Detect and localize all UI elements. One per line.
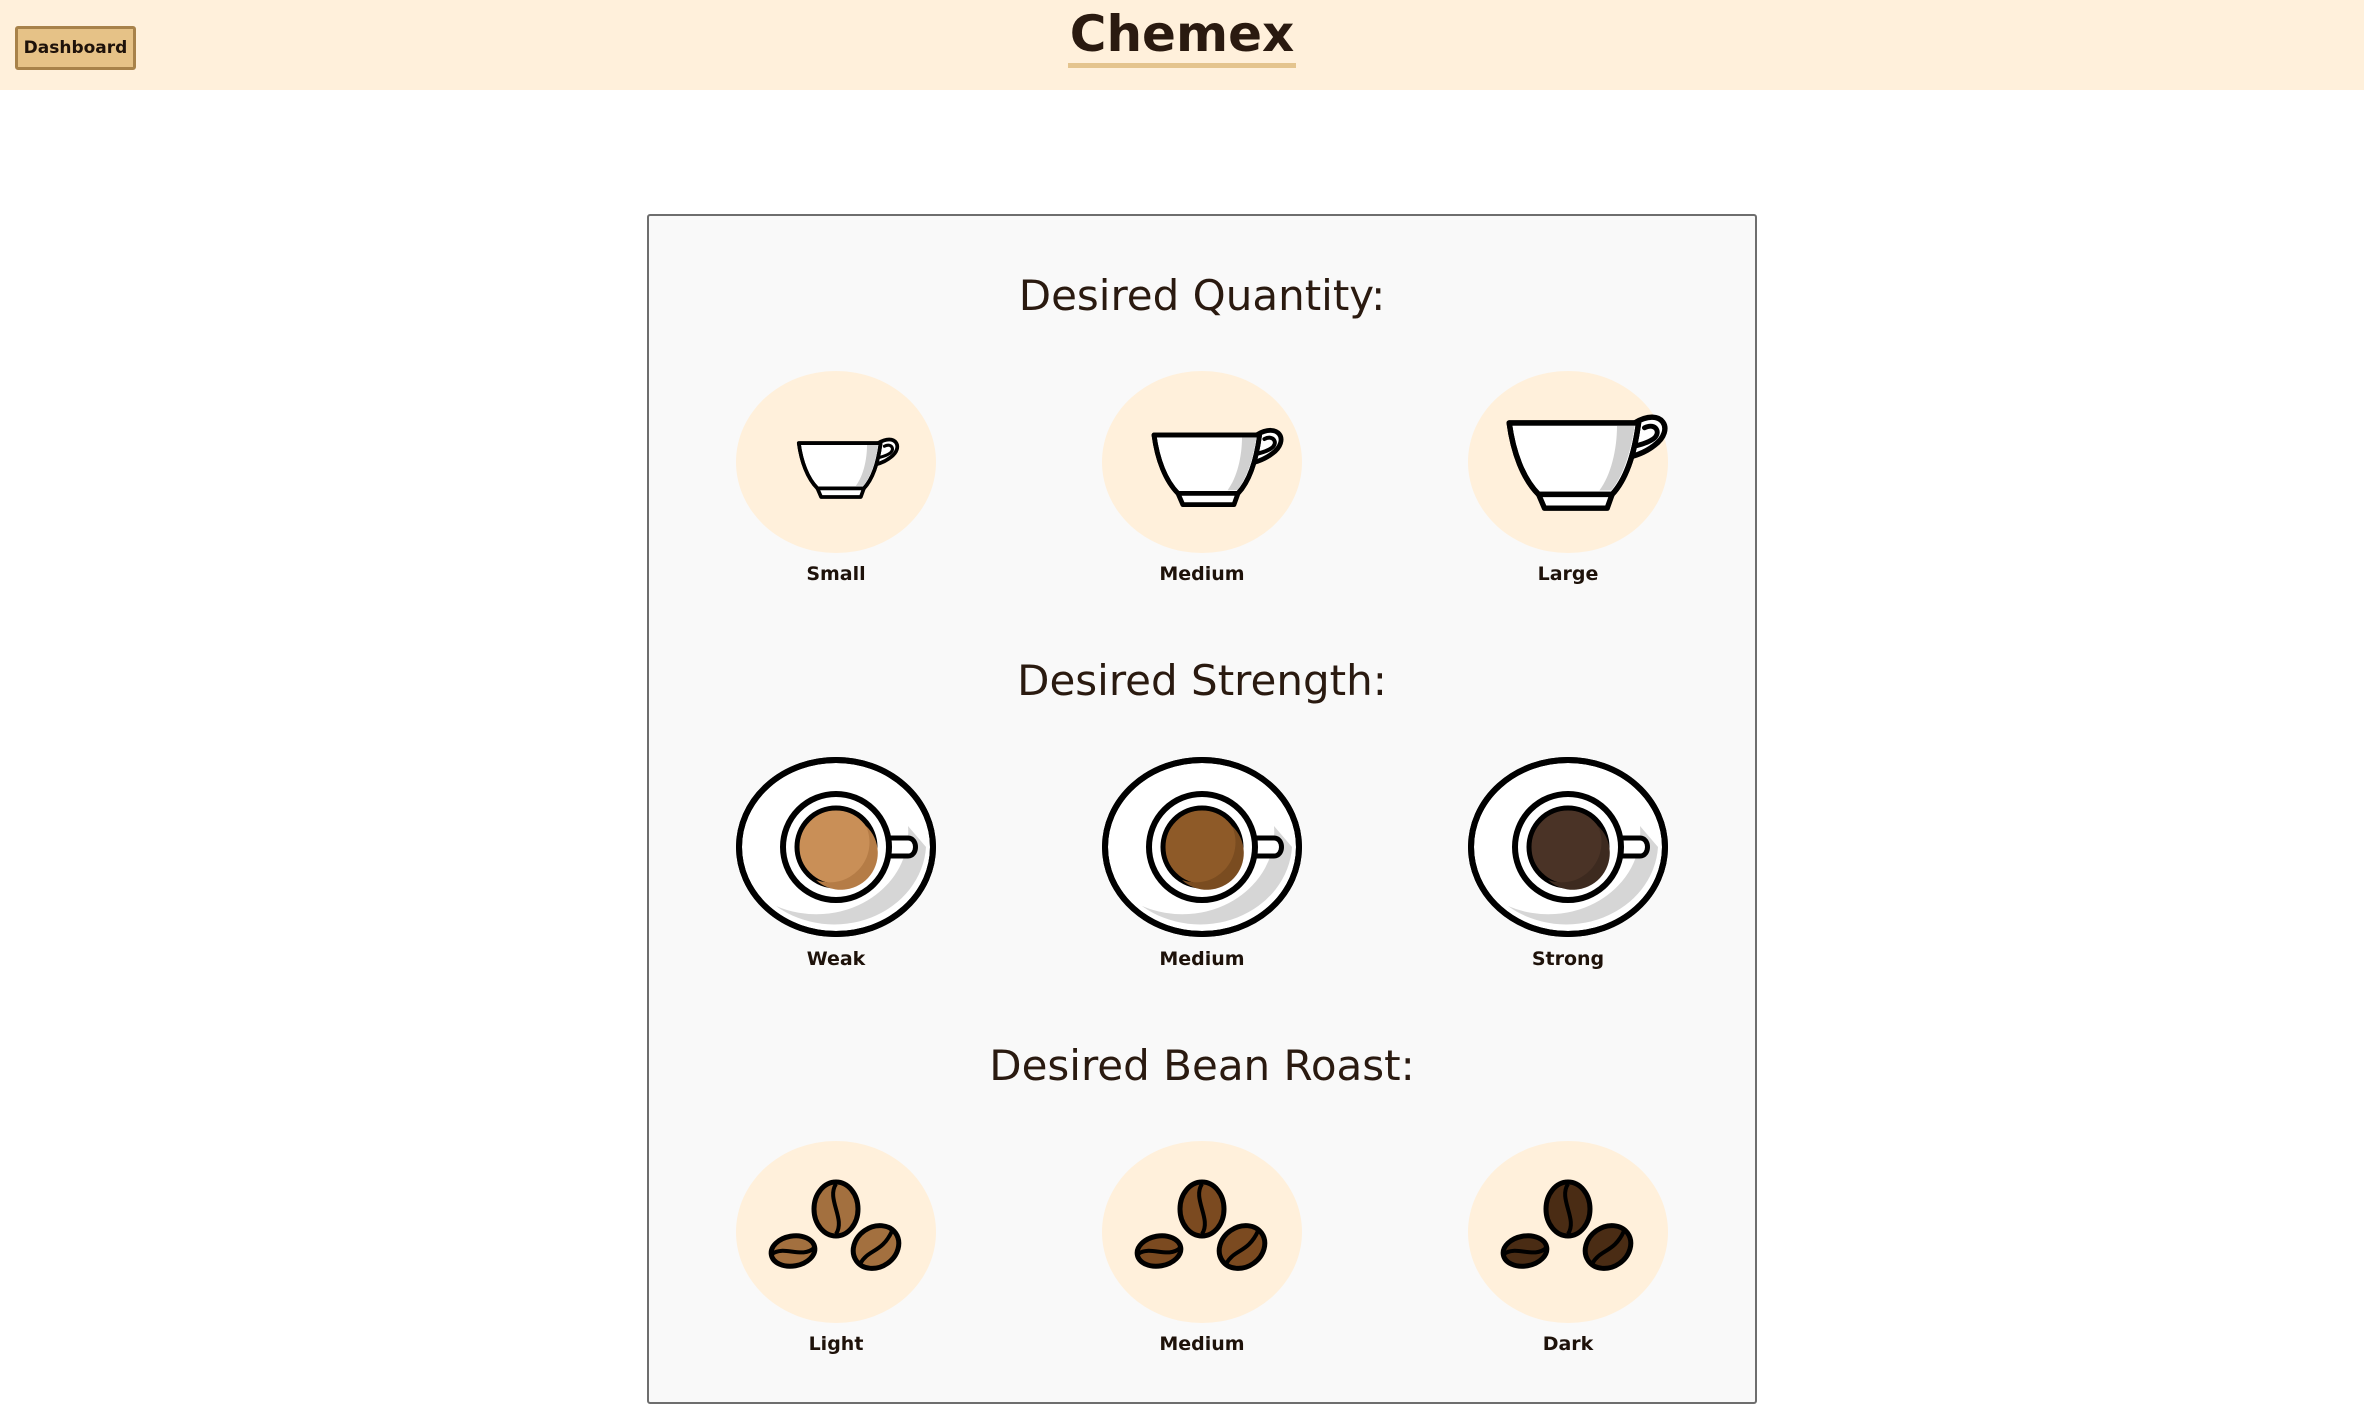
option-label: Light (808, 1333, 864, 1355)
light-beans-icon (768, 1179, 902, 1271)
option-label: Weak (806, 948, 866, 970)
strength-option-weak[interactable]: Weak (731, 756, 941, 986)
roast-option-light[interactable]: Light (731, 1141, 941, 1371)
quantity-option-medium[interactable]: Medium (1097, 371, 1307, 601)
roast-option-dark[interactable]: Dark (1463, 1141, 1673, 1371)
page-title: Chemex (0, 4, 2364, 68)
weak-coffee-cup-icon (736, 757, 936, 937)
option-label: Dark (1542, 1333, 1594, 1355)
app-title-text: Chemex (1067, 5, 1297, 68)
options-panel: Desired Quantity: Small Medium Large Des… (647, 214, 1757, 1404)
roast-option-medium[interactable]: Medium (1097, 1141, 1307, 1371)
option-label: Large (1537, 563, 1599, 585)
option-label: Small (806, 563, 866, 585)
option-label: Medium (1159, 948, 1245, 970)
medium-cup-icon (1151, 427, 1284, 508)
medium-beans-icon (1134, 1179, 1268, 1271)
top-bar: Dashboard Chemex (0, 0, 2364, 90)
quantity-option-large[interactable]: Large (1463, 371, 1673, 601)
dark-beans-icon (1500, 1179, 1634, 1271)
strength-section-title: Desired Strength: (1017, 656, 1387, 705)
roast-section-title: Desired Bean Roast: (989, 1041, 1415, 1090)
option-label: Strong (1531, 948, 1605, 970)
quantity-section-title: Desired Quantity: (1018, 271, 1386, 320)
strength-option-strong[interactable]: Strong (1463, 756, 1673, 986)
small-cup-icon (796, 437, 900, 499)
strong-coffee-cup-icon (1468, 757, 1668, 937)
strength-option-medium[interactable]: Medium (1097, 756, 1307, 986)
quantity-option-small[interactable]: Small (731, 371, 941, 601)
large-cup-icon (1506, 414, 1668, 511)
option-label: Medium (1159, 563, 1245, 585)
medium-coffee-cup-icon (1102, 757, 1302, 937)
option-label: Medium (1159, 1333, 1245, 1355)
